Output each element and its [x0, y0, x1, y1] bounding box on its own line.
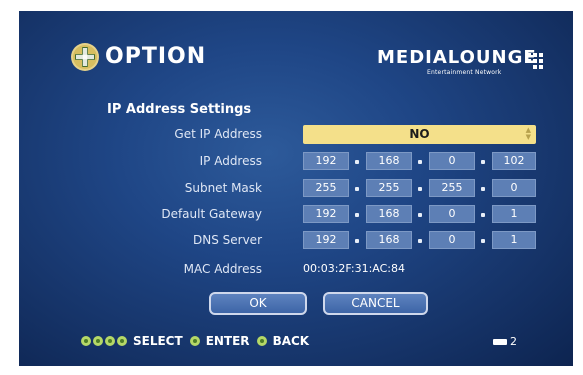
subnet-mask-octet-4[interactable]: 0 [492, 179, 536, 197]
subnet-mask-octet-3[interactable]: 255 [429, 179, 475, 197]
octet-separator [481, 239, 485, 243]
spinner-arrows-icon: ▲ ▼ [525, 126, 531, 141]
dns-server-octet-3[interactable]: 0 [429, 231, 475, 249]
ip-address-octet-3[interactable]: 0 [429, 152, 475, 170]
logo-tagline: Entertainment Network [427, 69, 502, 76]
logo-grid-icon [527, 53, 543, 69]
section-title: IP Address Settings [107, 102, 252, 117]
get-ip-address-label: Get IP Address [174, 127, 262, 141]
ok-button[interactable]: OK [209, 292, 307, 315]
octet-separator [418, 239, 422, 243]
get-ip-address-value: NO [409, 127, 430, 141]
octet-separator [355, 239, 359, 243]
enter-button-icon [189, 336, 200, 346]
dns-server-label: DNS Server [193, 233, 262, 247]
page-icon [493, 338, 507, 345]
page-title: OPTION [105, 44, 207, 69]
mac-address-value: 00:03:2F:31:AC:84 [303, 262, 406, 275]
get-ip-address-select[interactable]: NO ▲ ▼ [303, 125, 536, 144]
octet-separator [355, 213, 359, 217]
octet-separator [418, 160, 422, 164]
dns-server-octet-1[interactable]: 192 [303, 231, 349, 249]
select-hint-label: SELECT [133, 334, 183, 348]
octet-separator [481, 187, 485, 191]
option-screen: OPTION MEDIALOUNGE Entertainment Network… [19, 11, 573, 366]
enter-hint-label: ENTER [205, 334, 250, 348]
default-gateway-octet-2[interactable]: 168 [366, 205, 412, 223]
subnet-mask-octet-1[interactable]: 255 [303, 179, 349, 197]
ip-address-octet-2[interactable]: 168 [366, 152, 412, 170]
octet-separator [418, 187, 422, 191]
ip-address-octet-1[interactable]: 192 [303, 152, 349, 170]
octet-separator [355, 187, 359, 191]
dns-server-octet-4[interactable]: 1 [492, 231, 536, 249]
medialounge-logo: MEDIALOUNGE Entertainment Network [377, 47, 567, 77]
back-hint-label: BACK [272, 334, 310, 348]
default-gateway-octet-3[interactable]: 0 [429, 205, 475, 223]
ip-address-label: IP Address [199, 154, 262, 168]
octet-separator [355, 160, 359, 164]
octet-separator [481, 160, 485, 164]
back-button-icon [256, 336, 267, 346]
dns-server-octet-2[interactable]: 168 [366, 231, 412, 249]
octet-separator [481, 213, 485, 217]
option-plus-icon [71, 43, 99, 71]
subnet-mask-octet-2[interactable]: 255 [366, 179, 412, 197]
logo-wordmark: MEDIALOUNGE [377, 47, 537, 68]
mac-address-label: MAC Address [183, 262, 262, 276]
octet-separator [418, 213, 422, 217]
ip-address-octet-4[interactable]: 102 [492, 152, 536, 170]
arrow-buttons-icon [81, 336, 129, 346]
subnet-mask-label: Subnet Mask [184, 181, 262, 195]
remote-hint-bar: SELECT ENTER BACK [81, 334, 316, 348]
page-number: 2 [510, 335, 517, 348]
default-gateway-octet-4[interactable]: 1 [492, 205, 536, 223]
default-gateway-label: Default Gateway [161, 207, 262, 221]
default-gateway-octet-1[interactable]: 192 [303, 205, 349, 223]
cancel-button[interactable]: CANCEL [323, 292, 428, 315]
page-indicator: 2 [493, 335, 517, 348]
